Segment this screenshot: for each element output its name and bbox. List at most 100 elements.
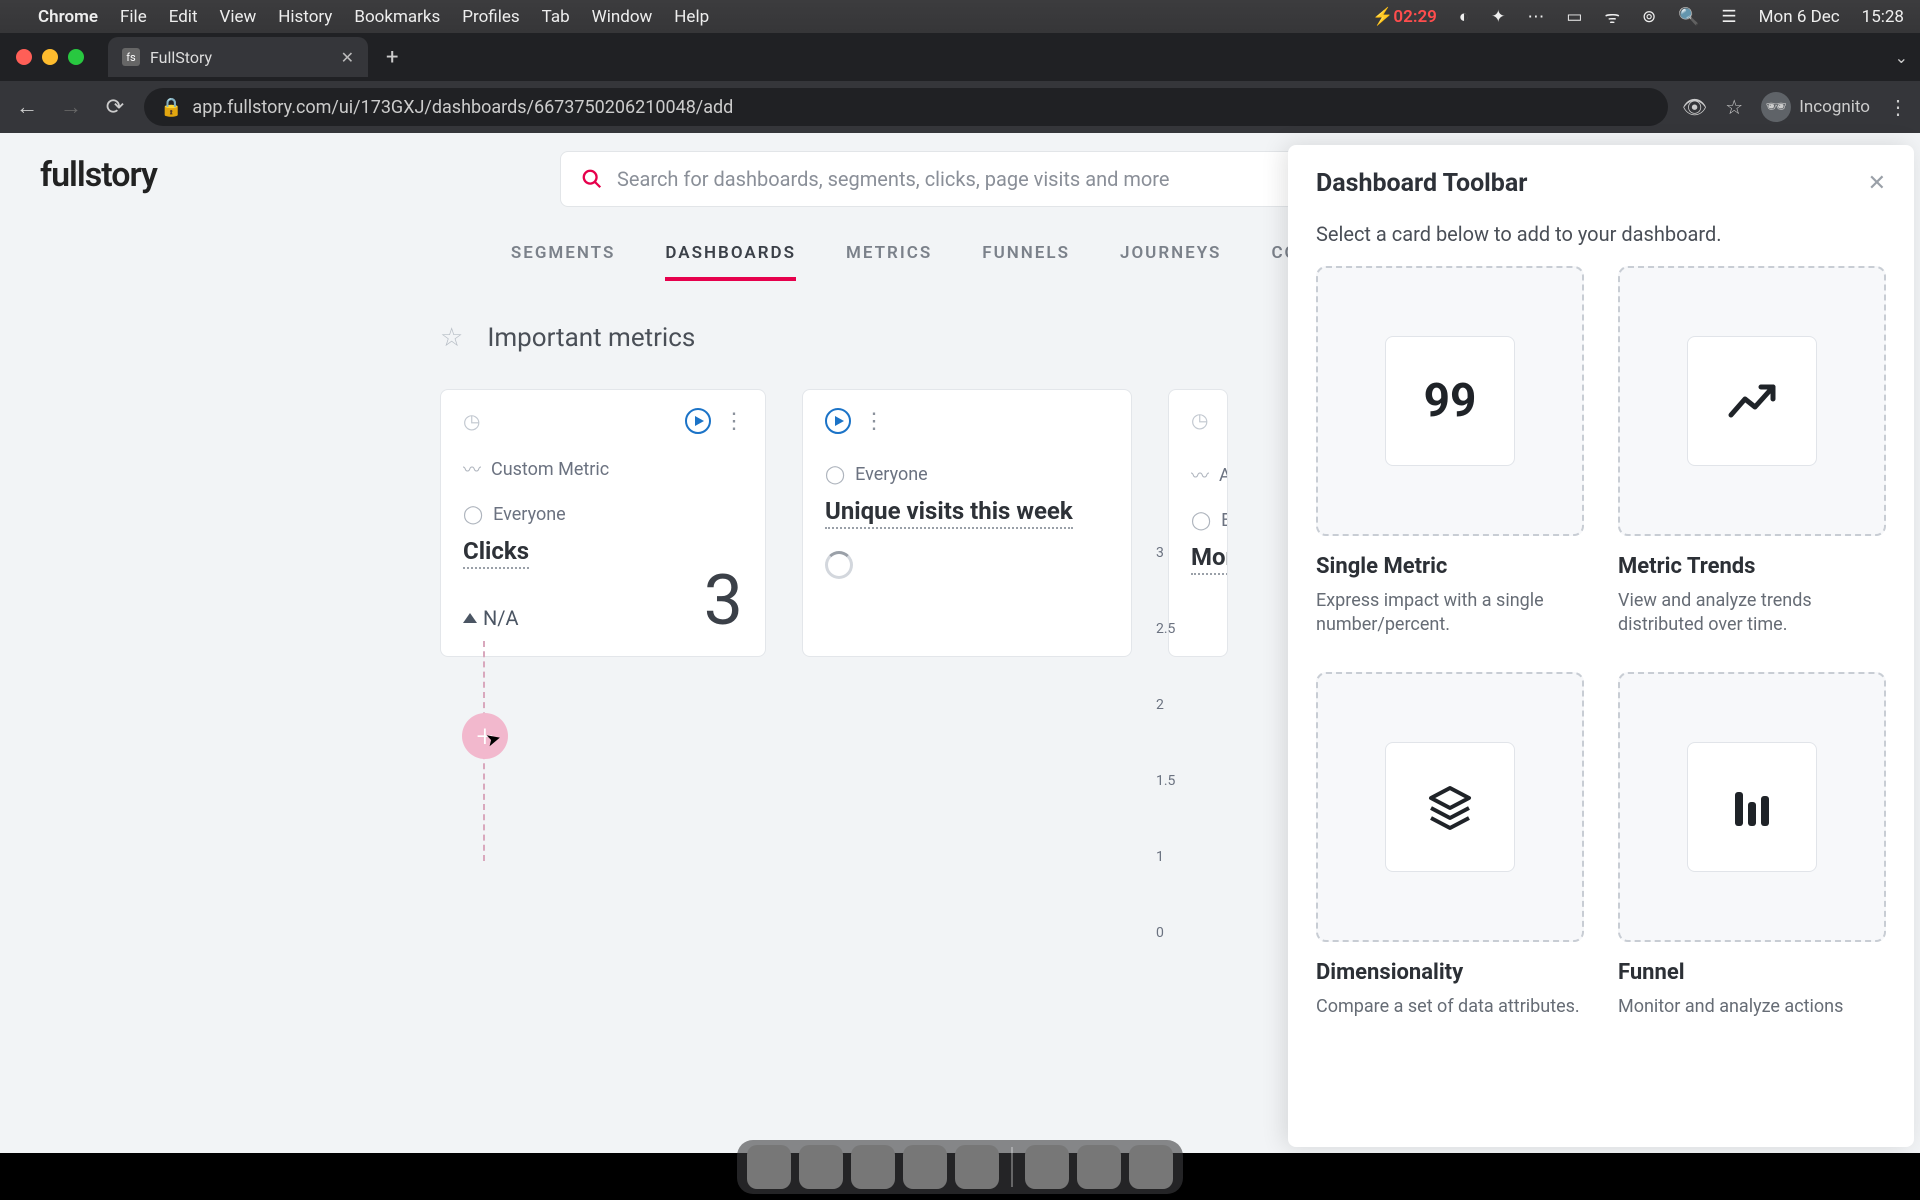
browser-tab[interactable]: fs FullStory ✕ — [108, 37, 368, 77]
play-button[interactable] — [685, 408, 711, 434]
star-icon[interactable]: ☆ — [1725, 95, 1743, 119]
layers-icon — [1385, 742, 1515, 872]
dock-chrome[interactable] — [799, 1145, 843, 1189]
dock-terminal[interactable] — [955, 1145, 999, 1189]
menu-profiles[interactable]: Profiles — [462, 7, 519, 27]
card-type-grid: 99 Single Metric Express impact with a s… — [1288, 266, 1914, 1059]
status-icon-3[interactable]: ⋯ — [1527, 7, 1544, 27]
card-menu-button[interactable]: ⋮ — [863, 409, 883, 434]
dock-finder[interactable] — [747, 1145, 791, 1189]
dock-doc-1[interactable] — [1025, 1145, 1069, 1189]
play-button[interactable] — [825, 408, 851, 434]
chrome-menu-button[interactable]: ⋮ — [1888, 95, 1908, 119]
search-icon — [581, 168, 603, 190]
tile-dimensionality[interactable]: Dimensionality Compare a set of data att… — [1316, 672, 1584, 1019]
clock-icon: ◷ — [1191, 408, 1208, 432]
menubar-time[interactable]: 15:28 — [1862, 7, 1904, 27]
menubar-app[interactable]: Chrome — [38, 7, 98, 27]
tile-desc: View and analyze trends distributed over… — [1618, 589, 1886, 638]
tile-single-metric[interactable]: 99 Single Metric Express impact with a s… — [1316, 266, 1584, 638]
favorite-star-icon[interactable]: ☆ — [440, 323, 463, 353]
dock-doc-2[interactable] — [1077, 1145, 1121, 1189]
toolbar: ← → ⟳ 🔒 app.fullstory.com/ui/173GXJ/dash… — [0, 81, 1920, 133]
tile-desc: Monitor and analyze actions — [1618, 995, 1886, 1019]
menu-file[interactable]: File — [120, 7, 147, 27]
trend-icon: 〰 — [463, 456, 481, 482]
axis-tick: 1.5 — [1156, 773, 1175, 789]
incognito-badge[interactable]: 🕶 Incognito — [1761, 92, 1870, 122]
clock-icon: ◷ — [463, 409, 480, 433]
back-button[interactable]: ← — [12, 94, 42, 120]
menubar-date[interactable]: Mon 6 Dec — [1759, 7, 1840, 27]
segment-label: Everyone — [855, 464, 928, 485]
tile-metric-trends[interactable]: Metric Trends View and analyze trends di… — [1618, 266, 1886, 638]
window-minimize-button[interactable] — [42, 49, 58, 65]
card-menu-button[interactable]: ⋮ — [723, 409, 743, 434]
menu-extra-icon[interactable]: ☰ — [1721, 7, 1736, 27]
bars-icon — [1687, 742, 1817, 872]
menu-view[interactable]: View — [220, 7, 257, 27]
tabs-overflow-button[interactable]: ⌄ — [1895, 48, 1908, 67]
axis-tick: 2 — [1156, 697, 1164, 713]
card-unique-visits[interactable]: ⋮ ◯Everyone Unique visits this week — [802, 389, 1132, 657]
eye-off-icon[interactable]: 👁 — [1682, 95, 1707, 119]
tab-strip: fs FullStory ✕ + ⌄ — [0, 33, 1920, 81]
window-maximize-button[interactable] — [68, 49, 84, 65]
dock-separator — [1011, 1147, 1013, 1187]
chrome-window: fs FullStory ✕ + ⌄ ← → ⟳ 🔒 app.fullstory… — [0, 33, 1920, 1153]
tile-desc: Express impact with a single number/perc… — [1316, 589, 1584, 638]
reload-button[interactable]: ⟳ — [100, 95, 130, 120]
tile-glyph-99: 99 — [1385, 336, 1515, 466]
metric-type-label: Custom Metric — [491, 459, 609, 480]
mac-menubar: Chrome File Edit View History Bookmarks … — [0, 0, 1920, 33]
tab-favicon: fs — [122, 48, 140, 66]
fullstory-logo[interactable]: fullstory — [40, 155, 157, 195]
window-close-button[interactable] — [16, 49, 32, 65]
nav-dashboards[interactable]: DASHBOARDS — [665, 243, 796, 281]
url-text: app.fullstory.com/ui/173GXJ/dashboards/6… — [192, 97, 733, 118]
up-triangle-icon — [463, 613, 477, 623]
metric-value: 3 — [704, 560, 743, 642]
new-tab-button[interactable]: + — [380, 45, 404, 70]
dock-trash[interactable] — [1129, 1145, 1173, 1189]
wifi-icon[interactable]: ᯤ — [1604, 5, 1620, 28]
loading-spinner — [825, 551, 853, 579]
menu-tab[interactable]: Tab — [542, 7, 570, 27]
dock-notes[interactable] — [851, 1145, 895, 1189]
close-panel-button[interactable]: ✕ — [1868, 171, 1886, 196]
lock-icon[interactable]: 🔒 — [160, 97, 182, 118]
card-clicks[interactable]: ◷ ⋮ 〰Custom Metric ◯Everyone Clicks N/A … — [440, 389, 766, 657]
menu-history[interactable]: History — [278, 7, 332, 27]
status-icon-1[interactable]: ◐ — [1459, 7, 1469, 27]
card-monthly-peek[interactable]: ◷ 〰A ◯E Mon — [1168, 389, 1228, 657]
incognito-icon: 🕶 — [1761, 92, 1791, 122]
axis-tick: 1 — [1156, 849, 1164, 865]
window-traffic-lights — [16, 49, 84, 65]
card-title-peek: Mon — [1191, 543, 1228, 575]
axis-tick: 0 — [1156, 925, 1164, 941]
tab-close-button[interactable]: ✕ — [341, 48, 354, 67]
metric-type-peek: A — [1219, 465, 1228, 486]
tile-desc: Compare a set of data attributes. — [1316, 995, 1584, 1019]
menu-edit[interactable]: Edit — [169, 7, 198, 27]
spotlight-icon[interactable]: 🔍 — [1678, 7, 1699, 27]
menu-help[interactable]: Help — [674, 7, 709, 27]
nav-journeys[interactable]: JOURNEYS — [1120, 243, 1221, 281]
nav-funnels[interactable]: FUNNELS — [982, 243, 1070, 281]
tile-funnel[interactable]: Funnel Monitor and analyze actions — [1618, 672, 1886, 1019]
menu-window[interactable]: Window — [592, 7, 653, 27]
trend-icon: 〰 — [1191, 462, 1209, 488]
menu-bookmarks[interactable]: Bookmarks — [354, 7, 440, 27]
global-search[interactable]: Search for dashboards, segments, clicks,… — [560, 151, 1360, 207]
dock-app-4[interactable] — [903, 1145, 947, 1189]
search-placeholder: Search for dashboards, segments, clicks,… — [617, 167, 1170, 191]
nav-segments[interactable]: SEGMENTS — [511, 243, 616, 281]
card-title[interactable]: Unique visits this week — [825, 497, 1073, 529]
status-icon-battery[interactable]: ▭ — [1566, 7, 1582, 27]
nav-metrics[interactable]: METRICS — [846, 243, 932, 281]
segment-icon: ◯ — [463, 504, 483, 525]
card-title[interactable]: Clicks — [463, 537, 529, 569]
status-icon-2[interactable]: ✦ — [1491, 7, 1505, 27]
control-center-icon[interactable]: ⊚ — [1642, 7, 1656, 27]
address-bar[interactable]: 🔒 app.fullstory.com/ui/173GXJ/dashboards… — [144, 88, 1668, 126]
